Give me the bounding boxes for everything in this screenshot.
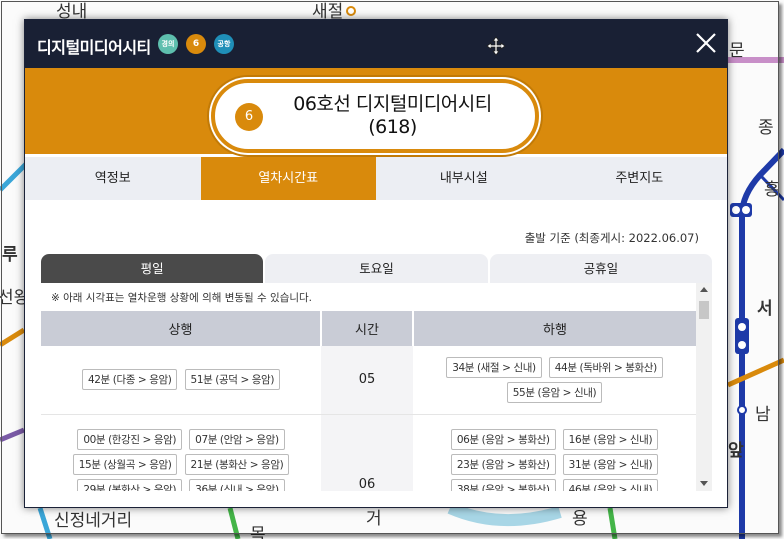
station-info-dialog: 디지털미디어시티 경의 6 공항 6 06호선 디지털미디어시티 (618) 역… [24,19,728,508]
train-chip: 15분 (상월곡 > 응암) [72,453,178,475]
train-chip: 07분 (안암 > 응암) [189,428,285,450]
tab-saturday[interactable]: 토요일 [265,254,488,283]
station-banner: 6 06호선 디지털미디어시티 (618) [25,68,727,154]
map-label: 서 [757,299,773,319]
tab-weekday[interactable]: 평일 [41,254,264,283]
map-label: 종 [758,118,774,138]
map-label: 목 [250,525,266,539]
train-chip: 00분 (한강진 > 응암) [77,428,183,450]
station-name: 06호선 디지털미디어시티 (618) [293,93,492,138]
timetable-basis: 출발 기준 (최종게시: 2022.06.07) [524,231,699,245]
down-trains: 06분 (응암 > 봉화산) 16분 (응암 > 신내) 23분 (응암 > 봉… [413,414,696,491]
dialog-title: 디지털미디어시티 [37,38,151,57]
tab-surrounding-map[interactable]: 주변지도 [552,157,728,200]
timetable-notice: ※ 아래 시각표는 열차운행 상황에 의해 변동될 수 있습니다. [51,292,313,304]
table-row: 42분 (다종 > 응암) 51분 (공덕 > 응암) 05 34분 (새절 >… [41,346,696,415]
train-chip: 23분 (응암 > 봉화산) [450,453,556,475]
tab-facilities[interactable]: 내부시설 [376,157,552,200]
train-chip: 21분 (봉화산 > 응암) [184,453,290,475]
map-label: 흥 [764,180,780,200]
train-chip: 46분 (응암 > 신내) [562,478,659,491]
map-label: 루 [2,245,18,265]
timetable-scrollbar[interactable] [696,283,712,491]
header-down: 하행 [413,311,696,346]
tab-station-info[interactable]: 역정보 [25,157,201,200]
train-chip: 06분 (응암 > 봉화산) [450,428,556,450]
timetable: 상행 시간 하행 42분 (다종 > 응암) 51분 (공덕 > 응암) 05 … [41,311,696,491]
train-chip: 55분 (응암 > 신내) [506,381,603,403]
map-label: 남 [755,405,771,425]
line-badge-airport: 공항 [214,34,234,54]
train-chip: 42분 (다종 > 응암) [81,369,178,391]
day-tabs: 평일 토요일 공휴일 [41,254,712,283]
header-up: 상행 [41,311,322,346]
table-row: 00분 (한강진 > 응암) 07분 (안암 > 응암) 15분 (상월곡 > … [41,414,696,491]
up-trains: 42분 (다종 > 응암) 51분 (공덕 > 응암) [41,346,321,415]
train-chip: 44분 (독바위 > 봉화산) [548,356,663,378]
up-trains: 00분 (한강진 > 응암) 07분 (안암 > 응암) 15분 (상월곡 > … [41,414,321,491]
train-chip: 36분 (신내 > 응암) [189,478,285,491]
map-label: 문 [729,41,745,61]
tab-timetable[interactable]: 열차시간표 [200,157,376,200]
move-icon[interactable] [486,36,506,56]
header-hour: 시간 [321,311,414,346]
map-label: 앞 [728,441,744,461]
info-tabs: 역정보 열차시간표 내부시설 주변지도 [25,157,727,200]
line-number-badge: 6 [235,103,263,131]
train-chip: 29분 (봉화산 > 응암) [77,478,183,491]
timetable-scroll-area[interactable]: ※ 아래 시각표는 열차운행 상황에 의해 변동될 수 있습니다. 상행 시간 … [41,283,696,491]
station-name-pill: 6 06호선 디지털미디어시티 (618) [211,79,539,153]
train-chip: 38분 (응암 > 봉화산) [450,478,556,491]
scroll-up-icon[interactable] [700,287,708,292]
down-trains: 34분 (새절 > 신내) 44분 (독바위 > 봉화산) 55분 (응암 > … [413,346,696,415]
line-badge-gyeongui: 경의 [158,34,178,54]
scroll-thumb[interactable] [699,301,709,319]
train-chip: 16분 (응암 > 신내) [562,428,659,450]
train-chip: 51분 (공덕 > 응암) [184,369,281,391]
scroll-down-icon[interactable] [700,481,708,486]
tab-holiday[interactable]: 공휴일 [489,254,712,283]
line-badge-6: 6 [186,34,206,54]
hour-cell: 05 [321,346,413,415]
train-chip: 31분 (응암 > 신내) [562,453,659,475]
close-icon[interactable] [695,32,717,54]
hour-cell: 06 [321,414,413,491]
map-label: 신정네거리 [54,511,133,531]
dialog-titlebar[interactable]: 디지털미디어시티 경의 6 공항 [25,20,727,68]
train-chip: 34분 (새절 > 신내) [446,356,542,378]
